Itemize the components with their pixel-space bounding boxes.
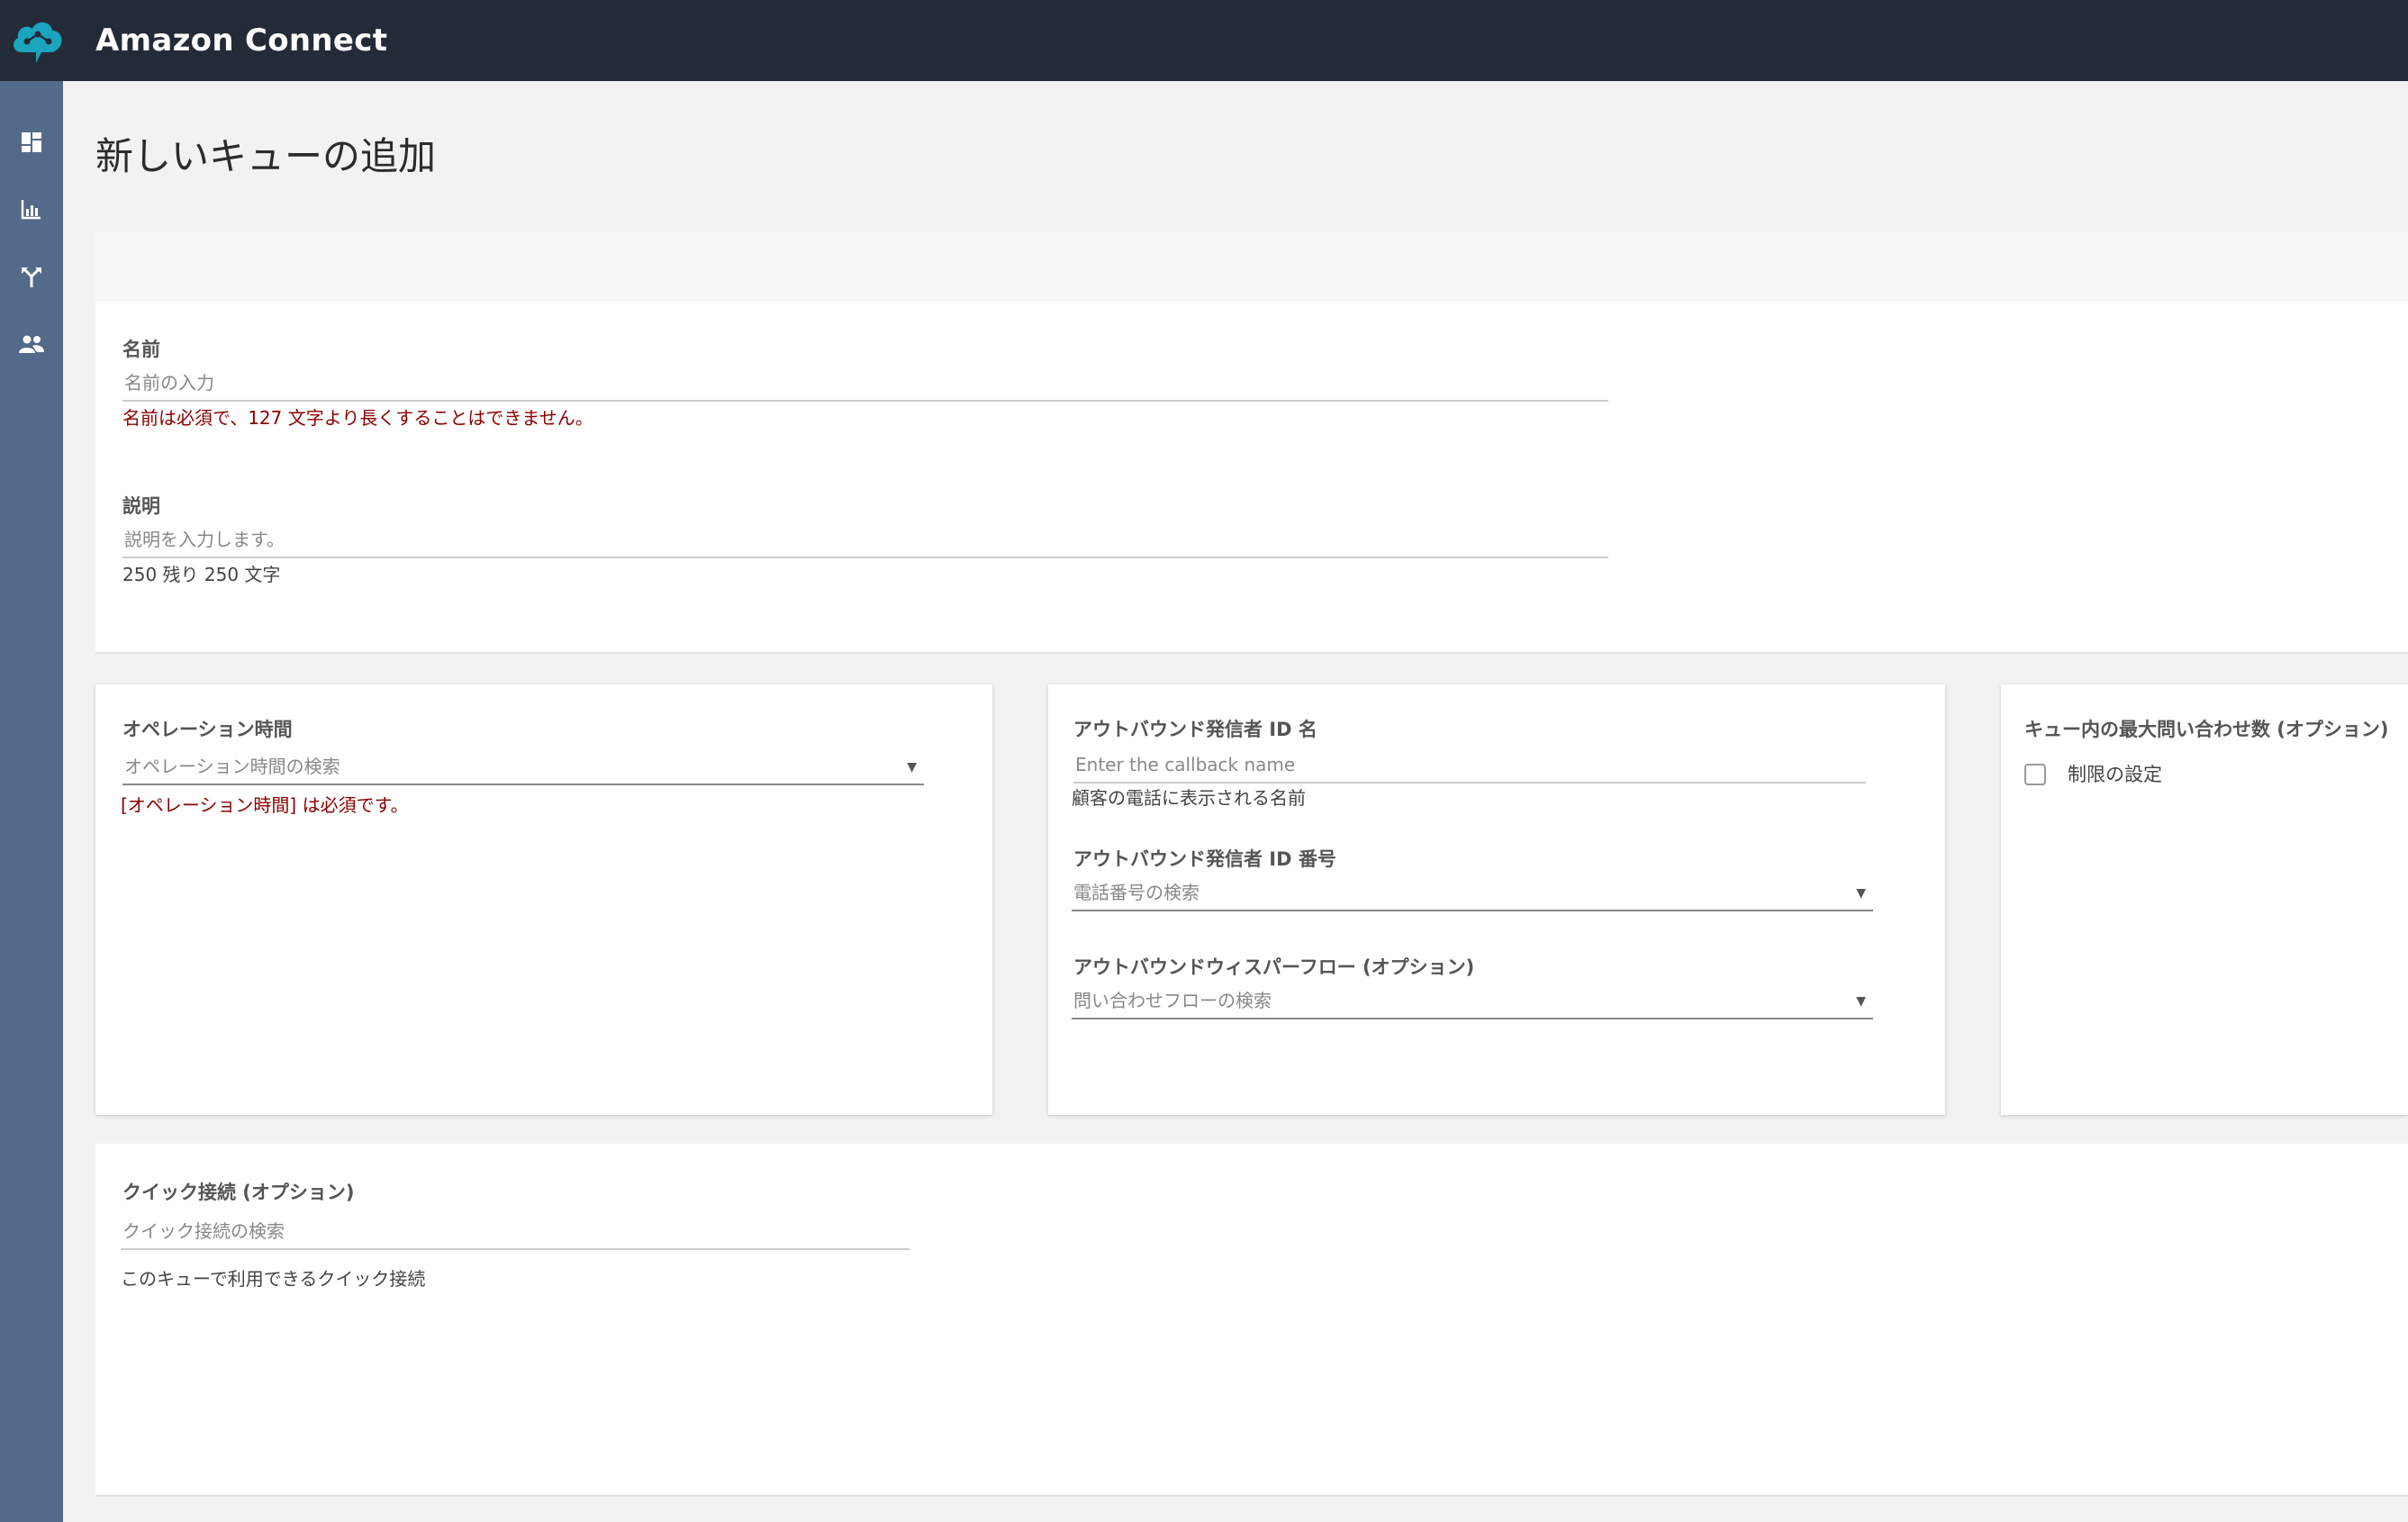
hours-of-operation-search-input[interactable] [122, 749, 924, 784]
hours-of-operation-error: [オペレーション時間] は必須です。 [121, 794, 409, 816]
description-input[interactable] [122, 522, 1608, 557]
name-error-message: 名前は必須で、127 文字より長くすることはできません。 [122, 407, 593, 429]
caller-id-number-select[interactable]: ▼ [1072, 875, 1873, 911]
routing-icon[interactable] [14, 259, 50, 295]
page-title: 新しいキューの追加 [95, 134, 437, 178]
caller-id-name-input[interactable] [1073, 747, 1866, 782]
hours-of-operation-select[interactable]: ▼ [122, 749, 924, 785]
chevron-down-icon[interactable]: ▼ [907, 760, 917, 775]
quick-connect-helper: このキューで利用できるクイック接続 [121, 1268, 426, 1290]
description-label: 説明 [122, 495, 160, 517]
amazon-connect-logo-icon[interactable] [7, 9, 70, 72]
users-icon[interactable] [14, 326, 50, 362]
name-field[interactable] [122, 366, 1608, 402]
app-title: Amazon Connect [95, 23, 388, 59]
chevron-down-icon[interactable]: ▼ [1856, 994, 1866, 1009]
whisper-flow-select[interactable]: ▼ [1072, 983, 1873, 1019]
max-contacts-panel: キュー内の最大問い合わせ数 (オプション) 制限の設定 [2001, 684, 2408, 1115]
hours-of-operation-label: オペレーション時間 [122, 719, 293, 740]
dashboard-icon[interactable] [14, 124, 50, 160]
whisper-flow-search-input[interactable] [1072, 983, 1873, 1018]
caller-id-number-label: アウトバウンド発信者 ID 番号 [1073, 848, 1336, 870]
name-description-panel: 名前 名前は必須で、127 文字より長くすることはできません。 説明 250 残… [95, 301, 2408, 654]
quick-connect-label: クイック接続 (オプション) [122, 1182, 355, 1203]
caller-id-name-label: アウトバウンド発信者 ID 名 [1073, 719, 1317, 740]
caller-id-number-search-input[interactable] [1072, 875, 1873, 910]
caller-id-name-field[interactable] [1073, 747, 1866, 784]
chevron-down-icon[interactable]: ▼ [1856, 886, 1866, 901]
whisper-flow-label: アウトバウンドウィスパーフロー (オプション) [1073, 956, 1475, 978]
outbound-caller-panel: アウトバウンド発信者 ID 名 顧客の電話に表示される名前 アウトバウンド発信者… [1048, 684, 1945, 1115]
name-input[interactable] [122, 366, 1608, 400]
quick-connect-field[interactable] [121, 1214, 910, 1250]
max-contacts-label: キュー内の最大問い合わせ数 (オプション) [2024, 719, 2389, 740]
caller-id-name-helper: 顧客の電話に表示される名前 [1072, 787, 1306, 809]
panel-header-strip [95, 232, 2408, 301]
hours-of-operation-panel: オペレーション時間 ▼ [オペレーション時間] は必須です。 [95, 684, 992, 1115]
limit-checkbox-label[interactable]: 制限の設定 [2068, 760, 2162, 787]
metrics-chart-icon[interactable] [14, 191, 50, 227]
limit-checkbox[interactable] [2024, 764, 2046, 785]
top-header-bar: Amazon Connect [0, 0, 2408, 81]
left-sidebar [0, 81, 63, 1522]
description-field[interactable] [122, 522, 1608, 558]
name-label: 名前 [122, 339, 160, 360]
description-char-count: 250 残り 250 文字 [122, 564, 281, 585]
quick-connect-search-input[interactable] [121, 1214, 910, 1248]
quick-connect-panel: クイック接続 (オプション) このキューで利用できるクイック接続 [95, 1144, 2408, 1497]
